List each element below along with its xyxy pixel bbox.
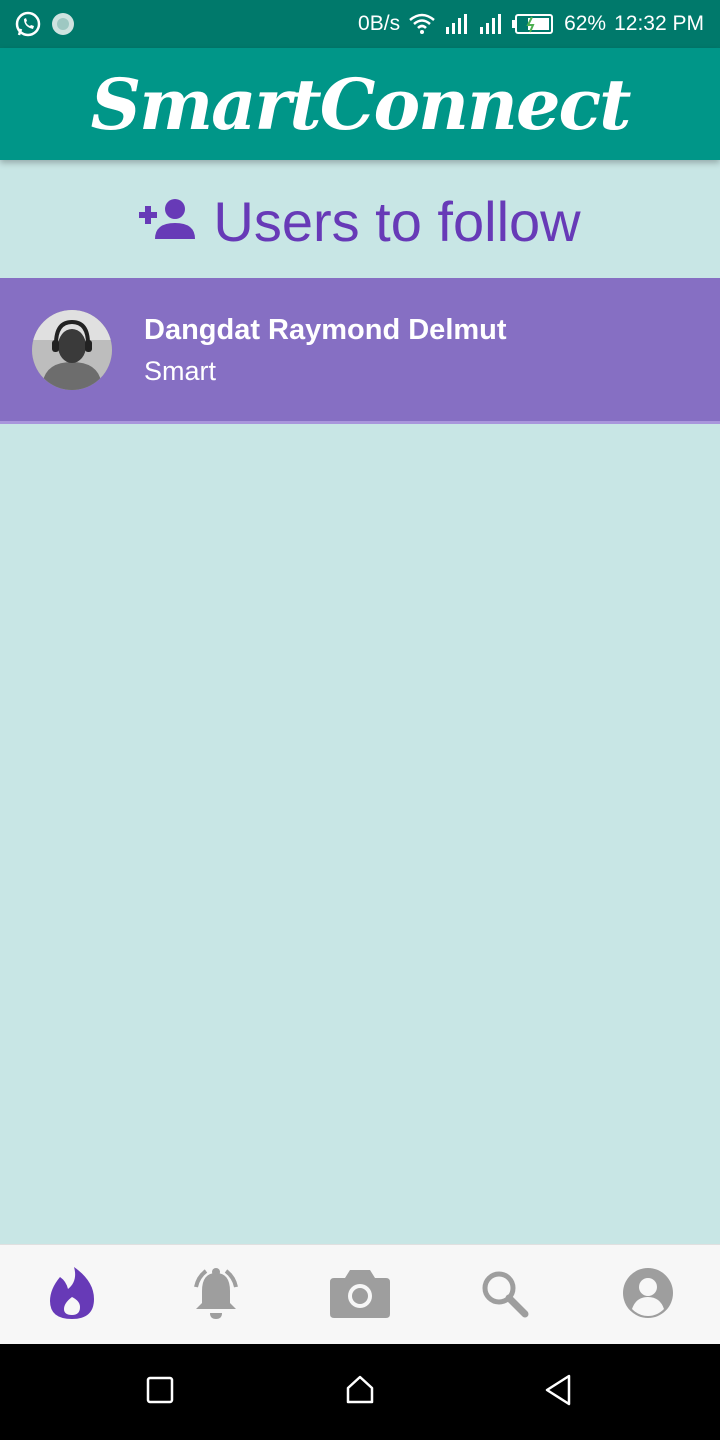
nav-search[interactable]	[472, 1263, 536, 1327]
system-navigation-bar	[0, 1344, 720, 1440]
camera-icon	[330, 1266, 390, 1324]
status-left-icons	[14, 10, 76, 38]
home-icon	[345, 1375, 375, 1409]
nav-profile[interactable]	[616, 1263, 680, 1327]
nav-feed[interactable]	[40, 1263, 104, 1327]
signal-icon	[478, 13, 504, 35]
user-name: Dangdat Raymond Delmut	[144, 314, 507, 346]
sync-icon	[50, 11, 76, 37]
section-title: Users to follow	[213, 189, 581, 253]
clock: 12:32 PM	[614, 12, 704, 35]
battery-icon	[512, 13, 556, 35]
bottom-navigation	[0, 1244, 720, 1344]
signal-icon	[444, 13, 470, 35]
users-to-follow-header: Users to follow	[0, 186, 720, 256]
status-right: 0B/s 62% 12:32 PM	[358, 0, 704, 48]
battery-percent: 62%	[564, 12, 607, 35]
bell-icon	[188, 1265, 244, 1325]
nav-camera[interactable]	[328, 1263, 392, 1327]
back-icon	[543, 1374, 573, 1410]
app-title: SmartConnect	[90, 62, 632, 146]
avatar[interactable]	[32, 310, 112, 390]
add-person-icon	[139, 197, 197, 245]
whatsapp-icon	[14, 10, 42, 38]
flame-icon	[48, 1265, 96, 1325]
recents-button[interactable]	[136, 1368, 184, 1416]
net-speed: 0B/s	[358, 12, 401, 35]
app-bar: SmartConnect	[0, 48, 720, 160]
recents-icon	[146, 1376, 174, 1408]
search-icon	[479, 1268, 529, 1322]
back-button[interactable]	[534, 1368, 582, 1416]
account-icon	[622, 1267, 674, 1323]
user-list-item[interactable]: Dangdat Raymond Delmut Smart	[0, 278, 720, 424]
status-bar: 0B/s 62% 12:32 PM	[0, 0, 720, 48]
nav-notifications[interactable]	[184, 1263, 248, 1327]
user-subtitle: Smart	[144, 356, 217, 386]
home-button[interactable]	[336, 1368, 384, 1416]
wifi-icon	[408, 12, 436, 36]
